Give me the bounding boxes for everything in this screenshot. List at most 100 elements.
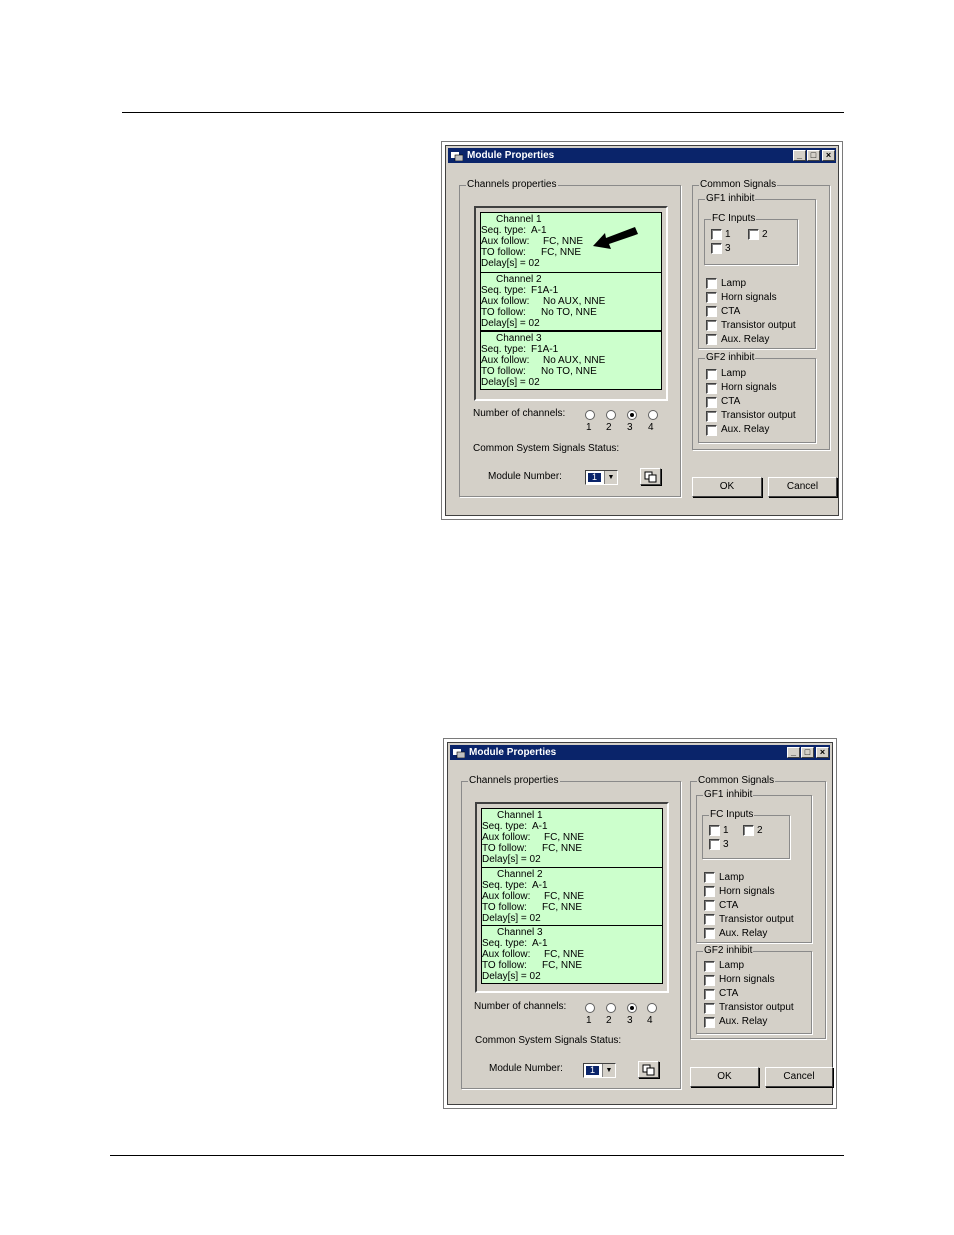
- maximize-button[interactable]: □: [801, 747, 814, 758]
- channels-radio-2[interactable]: [606, 410, 616, 420]
- channels-radio-4[interactable]: [648, 410, 658, 420]
- fc-input-label-3: 3: [725, 243, 731, 254]
- channel-name: Channel 3: [497, 927, 543, 938]
- seq-type-label: Seq. type:: [482, 821, 528, 832]
- aux-follow-value: FC, NNE: [544, 832, 584, 843]
- to-follow-value: No TO, NNE: [541, 366, 597, 377]
- gf1-checkbox-aux-relay[interactable]: [706, 334, 717, 345]
- gf1-checkbox-cta[interactable]: [706, 306, 717, 317]
- delay-value: Delay[s] = 02: [481, 318, 540, 329]
- seq-type-label: Seq. type:: [481, 285, 527, 296]
- copy-icon: [644, 471, 657, 483]
- ok-button[interactable]: OK: [690, 1067, 759, 1087]
- to-follow-label: TO follow:: [482, 902, 527, 913]
- seq-type-value: A-1: [532, 821, 548, 832]
- gf2-inhibit-label: GF2 inhibit: [703, 945, 754, 957]
- copy-icon: [642, 1064, 655, 1076]
- maximize-button[interactable]: □: [807, 150, 820, 161]
- fc-input-checkbox-2[interactable]: [743, 825, 754, 836]
- channel-card[interactable]: Channel 3 Seq. type: A-1 Aux follow: FC,…: [481, 925, 663, 984]
- channel-name: Channel 1: [496, 214, 542, 225]
- channels-radio-3[interactable]: [627, 1003, 637, 1013]
- gf1-checkbox-lamp[interactable]: [706, 278, 717, 289]
- close-button[interactable]: ×: [816, 747, 829, 758]
- delay-value: Delay[s] = 02: [482, 913, 541, 924]
- cancel-button[interactable]: Cancel: [768, 477, 837, 497]
- channels-radio-2[interactable]: [606, 1003, 616, 1013]
- fc-input-checkbox-3[interactable]: [711, 243, 722, 254]
- gf2-inhibit-group: GF2 inhibit Lamp Horn signals CTA Transi…: [696, 945, 812, 1034]
- gf2-checkbox-lamp[interactable]: [704, 961, 715, 972]
- gf2-checkbox-transistor[interactable]: [706, 411, 717, 422]
- common-signals-group: Common Signals GF1 inhibit FC Inputs 1 2…: [690, 775, 826, 1039]
- copy-button[interactable]: [638, 1061, 659, 1078]
- gf2-label-cta: CTA: [719, 988, 739, 999]
- gf1-label-aux-relay: Aux. Relay: [721, 334, 770, 345]
- copy-button[interactable]: [640, 468, 661, 485]
- gf1-checkbox-aux-relay[interactable]: [704, 928, 715, 939]
- channel-card[interactable]: Channel 1 Seq. type: A-1 Aux follow: FC,…: [481, 808, 663, 868]
- channel-name: Channel 2: [497, 869, 543, 880]
- gf2-label-aux-relay: Aux. Relay: [719, 1016, 768, 1027]
- channel-card[interactable]: Channel 2 Seq. type: F1A-1 Aux follow: N…: [480, 272, 662, 331]
- close-button[interactable]: ×: [822, 150, 835, 161]
- channels-properties-group: Channels properties Channel 1 Seq. type:…: [459, 179, 681, 497]
- delay-value: Delay[s] = 02: [481, 377, 540, 388]
- gf1-checkbox-cta[interactable]: [704, 900, 715, 911]
- gf1-checkbox-transistor[interactable]: [706, 320, 717, 331]
- gf2-label-horn: Horn signals: [721, 382, 777, 393]
- gf1-label-transistor: Transistor output: [719, 914, 794, 925]
- delay-value: Delay[s] = 02: [481, 258, 540, 269]
- fc-inputs-group: FC Inputs 1 2 3: [702, 809, 790, 859]
- gf2-checkbox-cta[interactable]: [706, 397, 717, 408]
- gf1-checkbox-lamp[interactable]: [704, 872, 715, 883]
- module-number-label: Module Number:: [488, 471, 562, 482]
- gf2-label-lamp: Lamp: [721, 368, 747, 379]
- aux-follow-value: FC, NNE: [544, 891, 584, 902]
- chevron-down-icon[interactable]: ▼: [604, 471, 617, 484]
- cancel-button[interactable]: Cancel: [765, 1067, 833, 1087]
- gf1-label-horn: Horn signals: [719, 886, 775, 897]
- radio-label-3: 3: [627, 422, 633, 433]
- gf2-checkbox-aux-relay[interactable]: [704, 1017, 715, 1028]
- fc-inputs-label: FC Inputs: [711, 213, 757, 225]
- gf2-checkbox-transistor[interactable]: [704, 1003, 715, 1014]
- fc-input-checkbox-1[interactable]: [711, 229, 722, 240]
- minimize-button[interactable]: _: [793, 150, 806, 161]
- gf2-checkbox-horn[interactable]: [706, 383, 717, 394]
- channel-card[interactable]: Channel 2 Seq. type: A-1 Aux follow: FC,…: [481, 867, 663, 926]
- app-icon: [453, 749, 465, 758]
- gf2-checkbox-cta[interactable]: [704, 989, 715, 1000]
- gf2-checkbox-lamp[interactable]: [706, 369, 717, 380]
- title-bar: Module Properties _ □ ×: [448, 148, 836, 163]
- gf1-label-horn: Horn signals: [721, 292, 777, 303]
- gf2-checkbox-horn[interactable]: [704, 975, 715, 986]
- gf1-checkbox-horn[interactable]: [704, 886, 715, 897]
- to-follow-value: No TO, NNE: [541, 307, 597, 318]
- radio-label-1: 1: [586, 422, 592, 433]
- module-number-select[interactable]: 1 ▼: [583, 1063, 616, 1078]
- channels-radio-1[interactable]: [585, 410, 595, 420]
- fc-input-checkbox-2[interactable]: [748, 229, 759, 240]
- fc-input-checkbox-1[interactable]: [709, 825, 720, 836]
- channel-card[interactable]: Channel 3 Seq. type: F1A-1 Aux follow: N…: [480, 331, 662, 390]
- gf1-label-lamp: Lamp: [719, 872, 745, 883]
- gf1-checkbox-transistor[interactable]: [704, 914, 715, 925]
- module-number-select[interactable]: 1 ▼: [585, 470, 618, 485]
- gf1-label-transistor: Transistor output: [721, 320, 796, 331]
- radio-label-1: 1: [586, 1015, 592, 1026]
- channels-radio-1[interactable]: [585, 1003, 595, 1013]
- gf2-label-horn: Horn signals: [719, 974, 775, 985]
- chevron-down-icon[interactable]: ▼: [602, 1064, 615, 1077]
- seq-type-value: F1A-1: [531, 344, 559, 355]
- fc-input-checkbox-3[interactable]: [709, 839, 720, 850]
- channels-radio-3[interactable]: [627, 410, 637, 420]
- common-status-label: Common System Signals Status:: [473, 443, 620, 454]
- channels-radio-4[interactable]: [647, 1003, 657, 1013]
- channel-name: Channel 3: [496, 333, 542, 344]
- ok-button[interactable]: OK: [692, 477, 762, 497]
- minimize-button[interactable]: _: [787, 747, 800, 758]
- gf2-checkbox-aux-relay[interactable]: [706, 425, 717, 436]
- channel-card[interactable]: Channel 1 Seq. type: A-1 Aux follow: FC,…: [480, 212, 662, 273]
- gf1-checkbox-horn[interactable]: [706, 292, 717, 303]
